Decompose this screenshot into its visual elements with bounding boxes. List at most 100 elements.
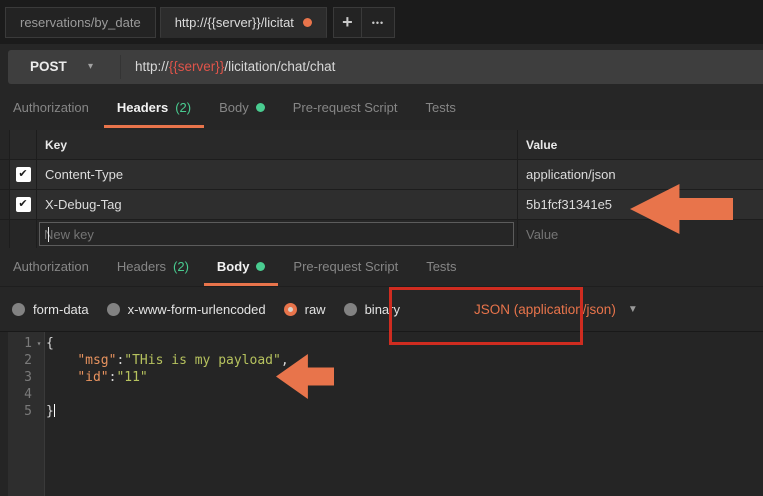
headers-table: Key Value ✔ Content-Type application/json ✔…	[0, 130, 763, 248]
raw-body-editor[interactable]: 1 ▾ {2 "msg":"THis is my payload", 3 "id":"…	[0, 331, 763, 496]
tab-label: Tests	[425, 100, 456, 115]
line-number: 3	[24, 370, 32, 385]
request-row: POST ▾ http://{{server}}/licitation/chat…	[0, 44, 763, 90]
chevron-down-icon: ▼	[627, 304, 638, 315]
code-text: "id":"11"	[46, 369, 148, 386]
tab-pre-request-script[interactable]: Pre-request Script	[280, 90, 411, 128]
new-value-input[interactable]: Value	[518, 220, 763, 248]
tab-authorization[interactable]: Authorization	[0, 250, 102, 286]
tab-filled-dot-icon	[255, 103, 265, 112]
new-tab-button[interactable]: +	[333, 8, 361, 37]
mode-label: x-www-form-urlencoded	[127, 302, 266, 317]
code-token: "msg"	[77, 353, 117, 368]
tab-body[interactable]: Body	[206, 90, 278, 128]
row-handle-column	[0, 160, 10, 189]
tab-count-badge: (2)	[173, 259, 189, 274]
window-tab-label: http://{{server}}/licitat	[174, 15, 294, 30]
fold-chevron-icon: ▾	[36, 339, 42, 348]
checkbox-cell: ✔	[10, 190, 37, 219]
row-checkbox[interactable]: ✔	[15, 167, 31, 182]
row-handle-column	[0, 190, 10, 219]
window-tab-reservations-by-date[interactable]: reservations/by_date	[5, 7, 156, 38]
code-token: "11"	[116, 370, 148, 385]
table-header-row: Key Value	[0, 130, 763, 160]
tab-tests[interactable]: Tests	[413, 250, 469, 286]
tab-headers[interactable]: Headers (2)	[104, 250, 202, 286]
url-variable: {{server}}	[168, 59, 225, 74]
tab-label: Pre-request Script	[293, 259, 399, 274]
code-line[interactable]: 2 "msg":"THis is my payload",	[0, 352, 763, 369]
code-line[interactable]: 5}	[0, 403, 763, 420]
tab-headers[interactable]: Headers (2)	[103, 90, 205, 128]
key-cell[interactable]: X-Debug-Tag	[37, 190, 518, 219]
tab-count-badge: (2)	[175, 100, 192, 115]
code-token: "id"	[77, 370, 109, 385]
tab-label: Headers	[116, 259, 167, 274]
tab-label: Body	[216, 259, 250, 274]
tab-label: Authorization	[13, 259, 89, 274]
tab-filled-dot-icon	[256, 262, 266, 271]
tab-label: Authorization	[13, 100, 89, 115]
line-number: 5	[24, 404, 32, 419]
chevron-down-icon[interactable]: ▾	[88, 50, 93, 84]
url-input[interactable]: http://{{server}}/licitation/chat/chat	[135, 50, 335, 84]
code-token: "THis is my payload"	[124, 353, 281, 368]
key-cell[interactable]: Content-Type	[37, 160, 518, 189]
new-key-input[interactable]	[39, 222, 514, 246]
row-handle-column	[0, 130, 10, 159]
tab-label: Pre-request Script	[292, 100, 398, 115]
radio-icon[interactable]	[12, 303, 25, 316]
radio-icon[interactable]	[283, 303, 297, 316]
tab-label: Body	[219, 100, 249, 115]
table-row: ✔ Content-Type application/json	[0, 160, 763, 190]
url-path: /licitation/chat/chat	[224, 59, 336, 74]
code-token: {	[46, 336, 54, 351]
body-mode-row: form-data x-www-form-urlencoded raw binary …	[0, 288, 763, 331]
tab-label: Headers	[116, 100, 169, 115]
line-number: 1	[24, 336, 32, 351]
mode-option-form-data[interactable]: form-data	[12, 302, 89, 317]
checkbox-column-header	[10, 130, 37, 159]
tab-authorization[interactable]: Authorization	[0, 90, 102, 128]
window-tab-bar: reservations/by_date http://{{server}}/li…	[0, 0, 763, 44]
check-icon: ✔	[18, 168, 28, 180]
mode-option-x-www-form-urlencoded[interactable]: x-www-form-urlencoded	[106, 302, 266, 317]
mode-option-raw[interactable]: raw	[283, 302, 326, 317]
check-icon: ✔	[18, 198, 28, 210]
url-prefix: http://	[135, 59, 169, 74]
method-divider	[120, 55, 121, 79]
line-number: 4	[24, 387, 32, 402]
code-line[interactable]: 1 ▾ {	[0, 335, 763, 352]
mode-label: form-data	[33, 302, 89, 317]
code-line[interactable]: 4	[0, 386, 763, 403]
body-panel-tabs: Authorization Headers (2) Body Pre-request S…	[0, 250, 763, 287]
window-tabs: reservations/by_date http://{{server}}/li…	[5, 7, 395, 38]
more-tabs-button[interactable]: •••	[360, 8, 394, 37]
tab-pre-request-script[interactable]: Pre-request Script	[280, 250, 411, 286]
code-line[interactable]: 3 "id":"11"	[0, 369, 763, 386]
headers-panel-tabs: Authorization Headers (2) Body Pre-request S…	[0, 90, 763, 128]
text-cursor	[53, 404, 55, 417]
row-checkbox[interactable]: ✔	[15, 197, 31, 212]
tab-body[interactable]: Body	[203, 250, 279, 286]
method-selector[interactable]: POST	[30, 50, 67, 84]
annotation-highlight-rect	[389, 287, 583, 345]
value-cell[interactable]: application/json	[518, 160, 763, 189]
tab-tests[interactable]: Tests	[413, 90, 469, 128]
unsaved-dot-icon	[302, 18, 312, 27]
window-tab-label: reservations/by_date	[20, 15, 141, 30]
code-token: ,	[280, 353, 289, 368]
line-number: 2	[24, 353, 32, 368]
window-tab-http-server-licitat[interactable]: http://{{server}}/licitat	[159, 7, 327, 38]
code-token: }	[46, 404, 54, 419]
radio-icon[interactable]	[106, 303, 120, 316]
checkbox-cell-empty	[10, 220, 37, 248]
radio-icon[interactable]	[343, 303, 357, 316]
checkbox-cell: ✔	[10, 160, 37, 189]
tab-actions: + •••	[332, 7, 395, 38]
text-cursor	[48, 227, 49, 242]
